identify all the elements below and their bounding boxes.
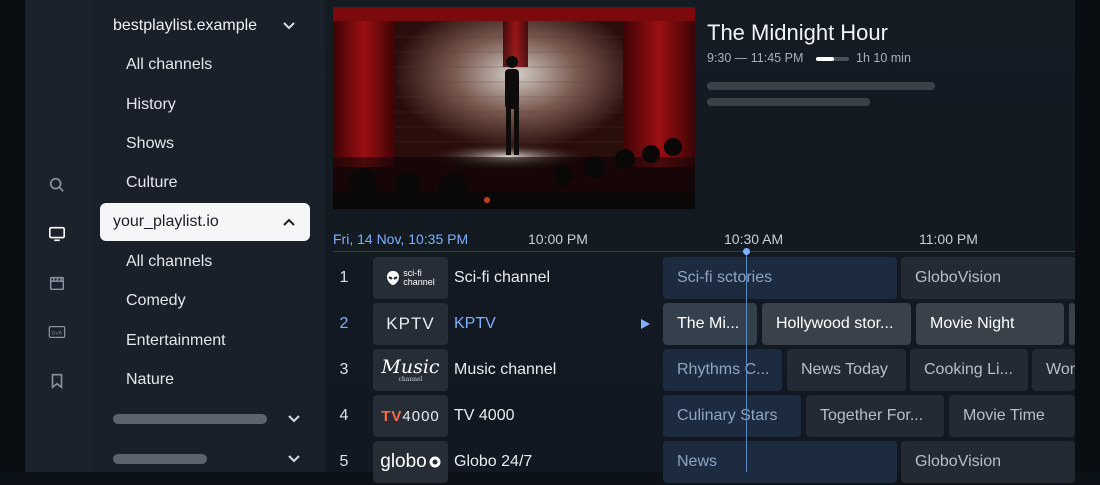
channel-number: 3 <box>339 361 349 378</box>
current-time-dot <box>743 248 750 255</box>
sidebar-item-culture[interactable]: Culture <box>126 174 178 192</box>
program-cell-cut[interactable] <box>1069 303 1075 345</box>
program-cell[interactable]: The Mi... <box>663 303 757 345</box>
program-cell[interactable]: Hollywood stor... <box>762 303 911 345</box>
program-title: The Midnight Hour <box>707 20 888 45</box>
channel-row[interactable]: 3 Music channel Music channel Rhythms C..… <box>333 349 1075 393</box>
chevron-down-icon[interactable] <box>285 410 303 428</box>
playlist-placeholder-bar[interactable] <box>113 454 207 464</box>
channel-name: Sci-fi channel <box>454 269 551 286</box>
program-progress-fill <box>816 57 835 61</box>
channel-logo-globo: globo <box>373 441 448 483</box>
program-duration: 1h 10 min <box>856 51 911 65</box>
description-placeholder-line <box>707 98 870 106</box>
program-cell[interactable]: GloboVision <box>901 257 1081 299</box>
nav-rail: DVR <box>25 0 90 472</box>
timeline-current-date: Fri, 14 Nov, 10:35 PM <box>333 231 469 247</box>
sidebar-item-all-channels[interactable]: All channels <box>126 56 212 74</box>
search-icon[interactable] <box>47 175 67 195</box>
channel-number: 5 <box>339 453 349 470</box>
program-cell[interactable]: Together For... <box>806 395 944 437</box>
time-label: 10:30 AM <box>724 231 784 247</box>
channel-number: 1 <box>339 269 349 286</box>
alien-icon <box>387 271 400 285</box>
program-progress-bar <box>816 57 849 61</box>
description-placeholder-line <box>707 82 935 90</box>
globe-icon <box>429 456 441 468</box>
film-icon[interactable] <box>47 273 67 293</box>
chevron-down-icon[interactable] <box>285 450 303 468</box>
tv-guide-screen: DVR bestplaylist.example All channels Hi… <box>0 0 1100 483</box>
timeline-axis <box>333 251 1075 252</box>
program-time: 9:30 — 11:45 PM <box>707 51 804 65</box>
svg-text:DVR: DVR <box>52 330 63 336</box>
sidebar-item-shows[interactable]: Shows <box>126 135 174 153</box>
channel-row[interactable]: 4 TV4000 TV 4000 Culinary Stars Together… <box>333 395 1075 439</box>
playlist-placeholder-bar[interactable] <box>113 414 267 424</box>
program-cell[interactable]: Sci-fi sctories <box>663 257 897 299</box>
stage-scene-image <box>333 7 695 209</box>
play-icon <box>641 319 650 329</box>
playlist-sidebar: bestplaylist.example All channels Histor… <box>90 0 325 472</box>
sidebar-item-comedy[interactable]: Comedy <box>126 292 186 310</box>
chevron-down-icon <box>283 22 295 30</box>
program-cell[interactable]: News <box>663 441 897 483</box>
logo-text: channel <box>403 277 435 287</box>
program-cell[interactable]: Cooking Li... <box>910 349 1028 391</box>
program-cell[interactable]: GloboVision <box>901 441 1075 483</box>
chevron-up-icon <box>283 218 295 226</box>
dvr-icon[interactable]: DVR <box>47 322 67 342</box>
logo-text: TV <box>381 407 403 425</box>
tv-icon[interactable] <box>47 224 67 244</box>
playlist-header-bestplaylist[interactable]: bestplaylist.example <box>100 7 310 45</box>
playlist-name: your_playlist.io <box>113 213 219 230</box>
channel-logo-kptv: KPTV <box>373 303 448 345</box>
program-cell[interactable]: Wor <box>1032 349 1075 391</box>
channel-row[interactable]: 5 globo Globo 24/7 News GloboVision <box>333 441 1075 485</box>
logo-text: 4000 <box>402 407 440 425</box>
time-label: 11:00 PM <box>919 231 978 247</box>
channel-logo-music: Music channel <box>373 349 448 391</box>
program-cell[interactable]: Movie Night <box>916 303 1064 345</box>
program-cell[interactable]: News Today <box>787 349 906 391</box>
program-cell[interactable]: Rhythms C... <box>663 349 782 391</box>
channel-row[interactable]: 1 sci-fi channel Sci-fi channel Sci-fi sc… <box>333 257 1081 301</box>
channel-name: Music channel <box>454 361 557 378</box>
sidebar-item-entertainment[interactable]: Entertainment <box>126 332 226 350</box>
logo-text: Music <box>381 355 440 378</box>
channel-logo-scifi: sci-fi channel <box>373 257 448 299</box>
program-cell[interactable]: Movie Time <box>949 395 1075 437</box>
logo-text: KPTV <box>386 314 435 333</box>
channel-name: Globo 24/7 <box>454 453 533 470</box>
bookmark-icon[interactable] <box>47 371 67 391</box>
program-cell[interactable]: Culinary Stars <box>663 395 801 437</box>
logo-text: globo <box>380 451 427 472</box>
video-preview[interactable] <box>333 7 695 209</box>
sidebar-item-nature[interactable]: Nature <box>126 371 174 389</box>
sidebar-item-history[interactable]: History <box>126 96 176 114</box>
channel-row-selected[interactable]: 2 KPTV KPTV The Mi... Hollywood stor... … <box>333 303 1075 347</box>
channel-number: 2 <box>339 315 349 332</box>
time-label: 10:00 PM <box>528 231 588 247</box>
playlist-name: bestplaylist.example <box>113 17 258 34</box>
sidebar-item-all-channels[interactable]: All channels <box>126 253 212 271</box>
playlist-header-your-playlist[interactable]: your_playlist.io <box>100 203 310 241</box>
channel-name: KPTV <box>454 315 496 332</box>
channel-logo-tv4000: TV4000 <box>373 395 448 437</box>
current-time-indicator <box>746 251 747 472</box>
channel-name: TV 4000 <box>454 407 515 424</box>
channel-number: 4 <box>339 407 349 424</box>
